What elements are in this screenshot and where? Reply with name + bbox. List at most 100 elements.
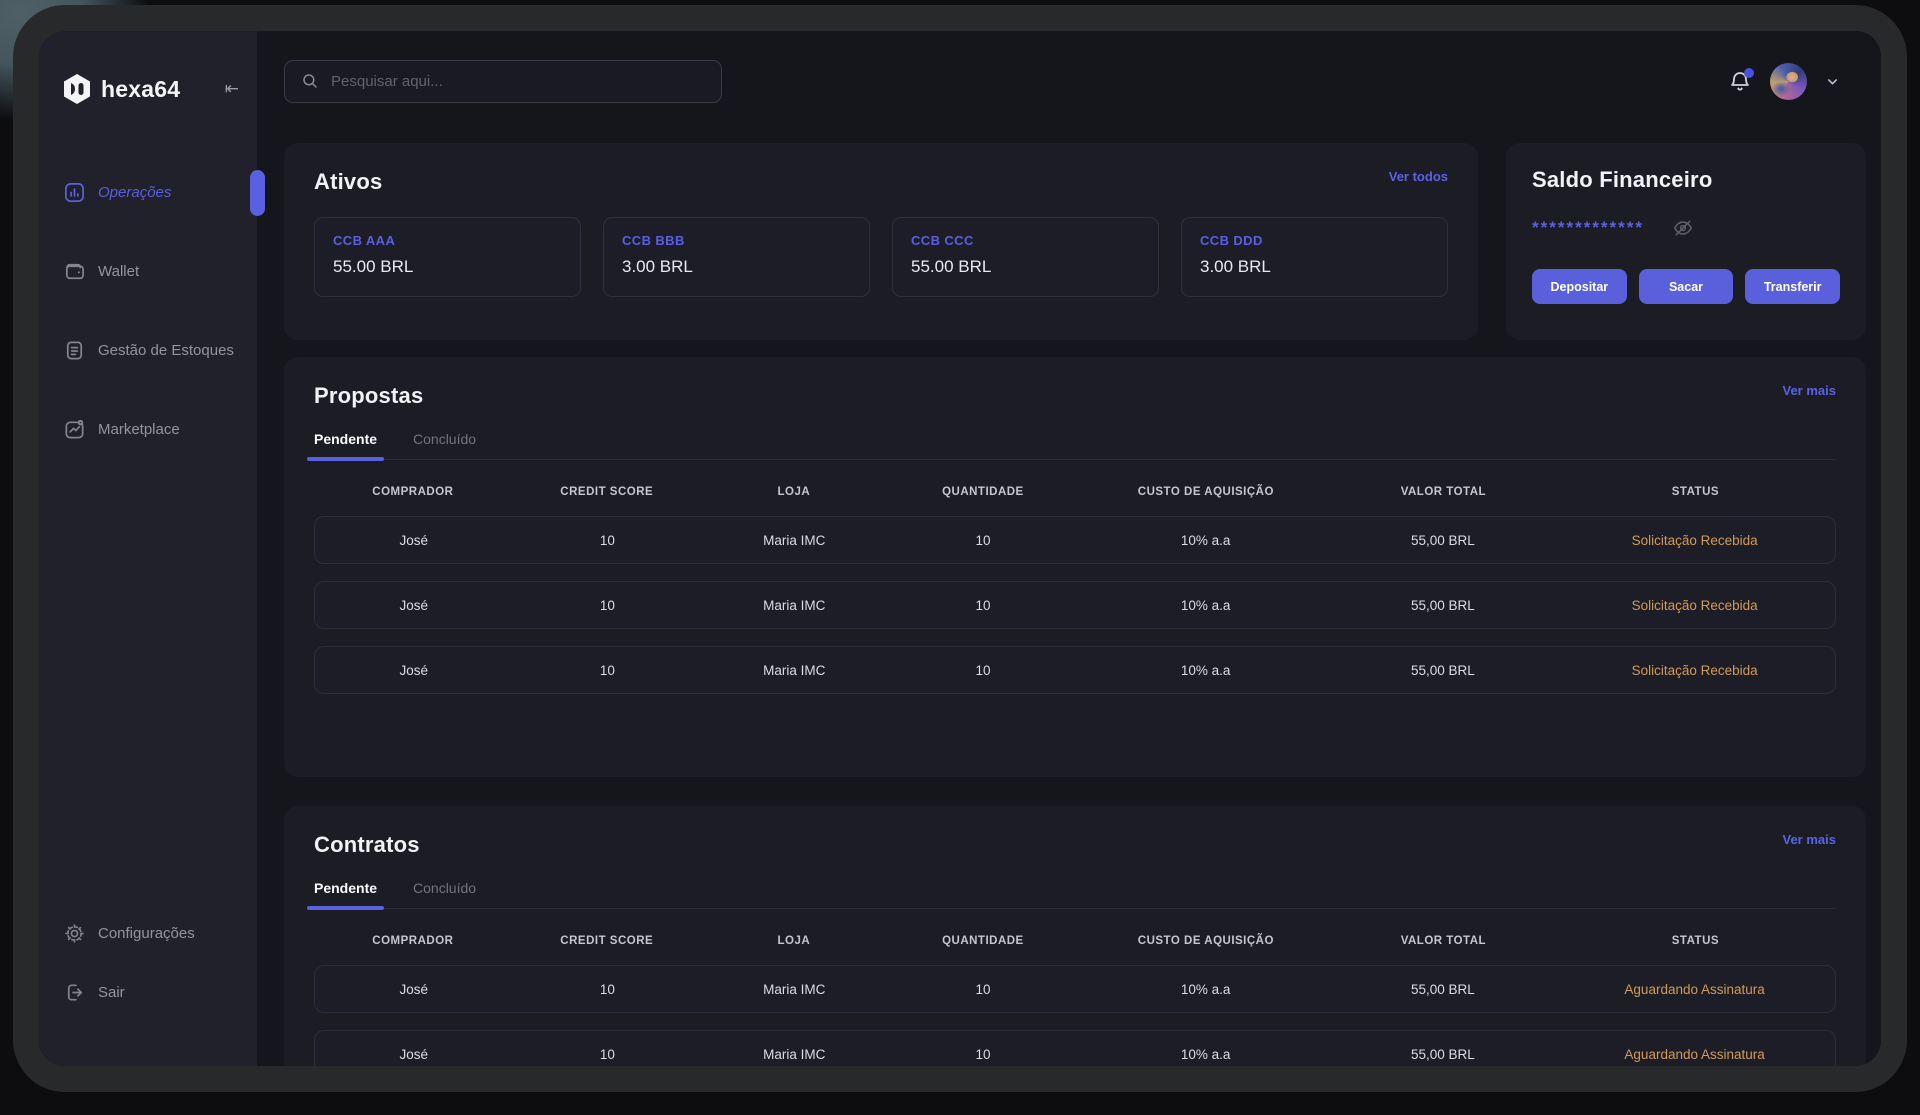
asset-card-ccb-ddd[interactable]: CCB DDD 3.00 BRL xyxy=(1181,217,1448,297)
sidebar-item-wallet[interactable]: Wallet xyxy=(39,248,257,295)
cell-custo: 10% a.a xyxy=(1080,598,1332,613)
ver-todos-link[interactable]: Ver todos xyxy=(1389,169,1448,184)
col-comprador: COMPRADOR xyxy=(314,486,512,498)
cell-custo: 10% a.a xyxy=(1080,533,1332,548)
main-content: Ativos Ver todos CCB AAA 55.00 BRL CCB B… xyxy=(257,31,1881,1066)
wallet-icon xyxy=(63,260,86,283)
cell-valor: 55,00 BRL xyxy=(1332,663,1555,678)
status-badge: Solicitação Recebida xyxy=(1554,598,1835,613)
cell-credit-score: 10 xyxy=(513,982,703,997)
cell-custo: 10% a.a xyxy=(1080,1047,1332,1062)
brand-name: hexa64 xyxy=(101,76,180,103)
propostas-card: Propostas Ver mais Pendente Concluído CO… xyxy=(284,357,1866,777)
collapse-sidebar-icon[interactable]: ⇤ xyxy=(225,79,239,99)
notification-dot xyxy=(1744,68,1754,78)
propostas-ver-mais-link[interactable]: Ver mais xyxy=(1783,383,1837,398)
col-status: STATUS xyxy=(1555,486,1836,498)
col-custo-de-aquisicao: CUSTO DE AQUISIÇÃO xyxy=(1080,486,1332,498)
bar-chart-icon xyxy=(63,181,86,204)
topbar xyxy=(284,59,1866,103)
col-valor-total: VALOR TOTAL xyxy=(1332,486,1555,498)
col-quantidade: QUANTIDADE xyxy=(886,486,1080,498)
cell-loja: Maria IMC xyxy=(702,663,886,678)
masked-balance: ************* xyxy=(1532,218,1644,238)
col-comprador: COMPRADOR xyxy=(314,935,512,947)
table-row[interactable]: José 10 Maria IMC 10 10% a.a 55,00 BRL S… xyxy=(314,646,1836,694)
cell-valor: 55,00 BRL xyxy=(1332,982,1555,997)
cell-quantidade: 10 xyxy=(886,1047,1080,1062)
search-box[interactable] xyxy=(284,60,722,103)
table-row[interactable]: José 10 Maria IMC 10 10% a.a 55,00 BRL S… xyxy=(314,581,1836,629)
hexagon-logo-icon xyxy=(61,73,93,105)
eye-off-icon[interactable] xyxy=(1672,217,1694,239)
tab-concluido[interactable]: Concluído xyxy=(413,880,476,908)
logout-icon xyxy=(63,981,86,1004)
sidebar-item-configuracoes[interactable]: Configurações xyxy=(39,910,257,957)
asset-name: CCB CCC xyxy=(911,233,1140,248)
table-row[interactable]: José 10 Maria IMC 10 10% a.a 55,00 BRL A… xyxy=(314,1030,1836,1066)
app-window: hexa64 ⇤ Operações xyxy=(39,31,1881,1066)
asset-value: 55.00 BRL xyxy=(333,257,562,277)
sacar-button[interactable]: Sacar xyxy=(1639,269,1734,304)
transferir-button[interactable]: Transferir xyxy=(1745,269,1840,304)
cell-comprador: José xyxy=(315,598,513,613)
cell-loja: Maria IMC xyxy=(702,598,886,613)
cell-loja: Maria IMC xyxy=(702,533,886,548)
table-header: COMPRADOR CREDIT SCORE LOJA QUANTIDADE C… xyxy=(314,935,1836,947)
sidebar-menu: Operações Wallet xyxy=(39,169,257,485)
propostas-tabs: Pendente Concluído xyxy=(314,431,1836,460)
col-status: STATUS xyxy=(1555,935,1836,947)
contratos-title: Contratos xyxy=(314,832,420,858)
tab-pendente[interactable]: Pendente xyxy=(314,431,377,459)
status-badge: Solicitação Recebida xyxy=(1554,663,1835,678)
asset-value: 3.00 BRL xyxy=(1200,257,1429,277)
cell-credit-score: 10 xyxy=(513,1047,703,1062)
avatar[interactable] xyxy=(1770,63,1807,100)
col-loja: LOJA xyxy=(702,486,886,498)
cell-quantidade: 10 xyxy=(886,533,1080,548)
cell-custo: 10% a.a xyxy=(1080,982,1332,997)
gear-icon xyxy=(63,922,86,945)
notifications-button[interactable] xyxy=(1728,69,1752,93)
cell-quantidade: 10 xyxy=(886,663,1080,678)
status-badge: Aguardando Assinatura xyxy=(1554,1047,1835,1062)
ativos-card: Ativos Ver todos CCB AAA 55.00 BRL CCB B… xyxy=(284,143,1478,340)
sidebar-item-sair[interactable]: Sair xyxy=(39,969,257,1016)
chevron-down-icon[interactable] xyxy=(1825,74,1840,89)
contratos-ver-mais-link[interactable]: Ver mais xyxy=(1783,832,1837,847)
saldo-financeiro-card: Saldo Financeiro ************* Depositar… xyxy=(1506,143,1866,340)
col-loja: LOJA xyxy=(702,935,886,947)
cell-credit-score: 10 xyxy=(513,533,703,548)
cell-comprador: José xyxy=(315,533,513,548)
table-header: COMPRADOR CREDIT SCORE LOJA QUANTIDADE C… xyxy=(314,486,1836,498)
col-credit-score: CREDIT SCORE xyxy=(512,486,702,498)
depositar-button[interactable]: Depositar xyxy=(1532,269,1627,304)
sidebar-item-label: Sair xyxy=(98,984,125,1001)
asset-name: CCB DDD xyxy=(1200,233,1429,248)
asset-card-ccb-aaa[interactable]: CCB AAA 55.00 BRL xyxy=(314,217,581,297)
cell-valor: 55,00 BRL xyxy=(1332,1047,1555,1062)
brand-logo: hexa64 ⇤ xyxy=(39,31,257,105)
tab-pendente[interactable]: Pendente xyxy=(314,880,377,908)
status-badge: Aguardando Assinatura xyxy=(1554,982,1835,997)
cell-valor: 55,00 BRL xyxy=(1332,533,1555,548)
table-row[interactable]: José 10 Maria IMC 10 10% a.a 55,00 BRL S… xyxy=(314,516,1836,564)
asset-card-ccb-ccc[interactable]: CCB CCC 55.00 BRL xyxy=(892,217,1159,297)
saldo-actions: Depositar Sacar Transferir xyxy=(1532,269,1840,304)
sidebar-item-marketplace[interactable]: Marketplace xyxy=(39,406,257,453)
cell-quantidade: 10 xyxy=(886,598,1080,613)
asset-value: 3.00 BRL xyxy=(622,257,851,277)
device-frame: hexa64 ⇤ Operações xyxy=(13,5,1907,1092)
cell-credit-score: 10 xyxy=(513,598,703,613)
sidebar-item-label: Configurações xyxy=(98,925,195,942)
sidebar-item-operacoes[interactable]: Operações xyxy=(39,169,257,216)
asset-card-ccb-bbb[interactable]: CCB BBB 3.00 BRL xyxy=(603,217,870,297)
table-row[interactable]: José 10 Maria IMC 10 10% a.a 55,00 BRL A… xyxy=(314,965,1836,1013)
cell-quantidade: 10 xyxy=(886,982,1080,997)
col-quantidade: QUANTIDADE xyxy=(886,935,1080,947)
contratos-card: Contratos Ver mais Pendente Concluído CO… xyxy=(284,806,1866,1066)
search-input[interactable] xyxy=(331,73,705,90)
sidebar-item-gestao-de-estoques[interactable]: Gestão de Estoques xyxy=(39,327,257,374)
sidebar-item-label: Marketplace xyxy=(98,421,180,438)
tab-concluido[interactable]: Concluído xyxy=(413,431,476,459)
